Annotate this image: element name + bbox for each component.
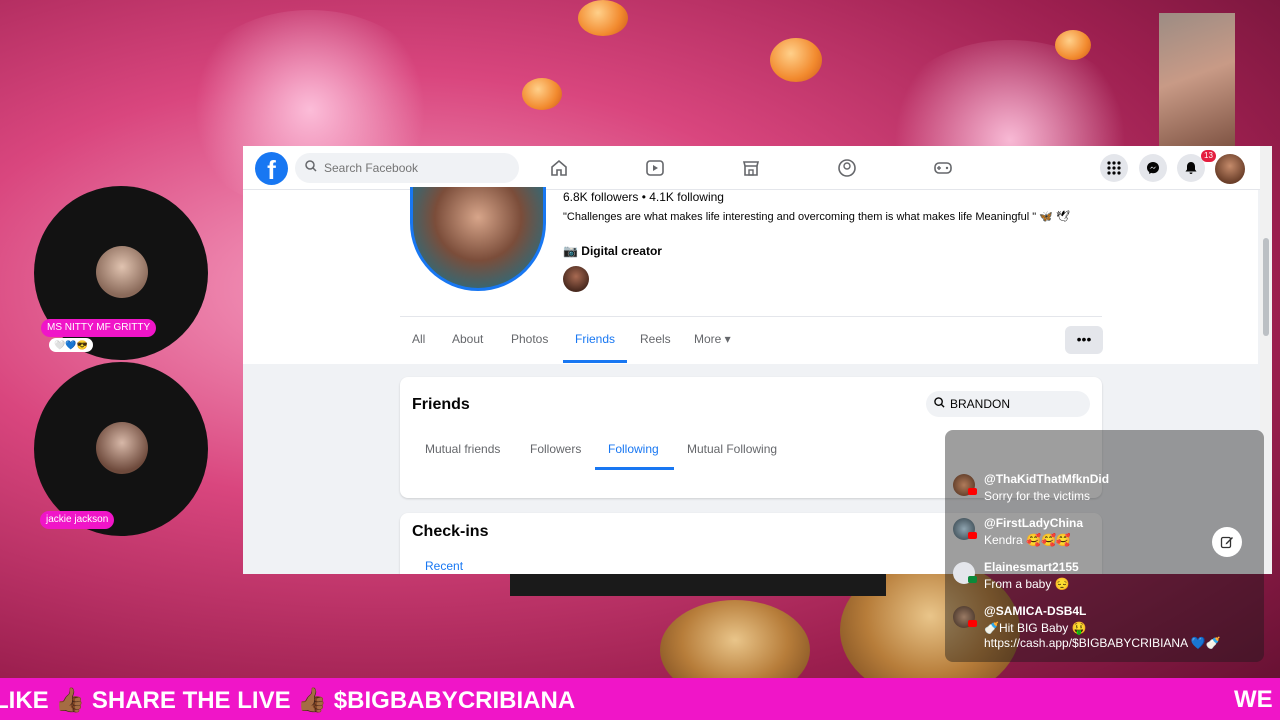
background-coin (578, 0, 628, 36)
checkins-heading: Check-ins (412, 523, 489, 540)
background-coin (1055, 30, 1091, 60)
subtab-followers[interactable]: Followers (530, 442, 581, 456)
subtab-mutual-friends[interactable]: Mutual friends (425, 442, 500, 456)
ticker-text: LIKE 👍🏾 SHARE THE LIVE 👍🏾 $BIGBABYCRIBIA… (0, 687, 576, 714)
friends-heading: Friends (412, 396, 470, 413)
tab-more[interactable]: More ▾ (694, 332, 731, 346)
profile-bio: "Challenges are what makes life interest… (563, 211, 1070, 223)
account-avatar[interactable] (1215, 154, 1245, 184)
facebook-search[interactable] (295, 153, 519, 183)
compose-button[interactable] (1212, 527, 1242, 557)
guest-avatar (96, 246, 148, 298)
chat-username: @SAMICA-DSB4L (984, 604, 1087, 618)
guest-emoji-tag: 🤍💙😎 (49, 338, 93, 352)
home-icon[interactable] (549, 158, 569, 178)
chat-text: 🍼Hit BIG Baby 🤑 (984, 621, 1087, 635)
youtube-icon (968, 620, 977, 627)
youtube-icon (968, 488, 977, 495)
active-subtab-indicator (595, 467, 674, 470)
chat-text: Sorry for the victims (984, 489, 1091, 503)
checkins-recent-link[interactable]: Recent (425, 559, 463, 573)
mutual-friend-avatar[interactable] (563, 266, 589, 292)
friends-search[interactable] (926, 391, 1090, 417)
subtab-following[interactable]: Following (608, 442, 659, 456)
video-icon[interactable] (645, 158, 665, 178)
follower-stats[interactable]: 6.8K followers • 4.1K following (563, 190, 724, 204)
chat-text: From a baby 😔 (984, 577, 1070, 591)
divider (400, 316, 1102, 317)
bell-icon (1185, 162, 1197, 174)
guest-name-tag: jackie jackson (40, 511, 115, 529)
tab-friends[interactable]: Friends (575, 332, 615, 346)
tab-about[interactable]: About (452, 332, 483, 346)
edit-icon (1220, 536, 1233, 549)
guest-avatar (96, 422, 148, 474)
menu-grid-button[interactable] (1100, 154, 1128, 182)
background-coin (522, 78, 562, 110)
friends-search-input[interactable] (950, 397, 1080, 411)
video-frame-edge (510, 574, 886, 596)
background-coin (770, 38, 822, 82)
marketplace-icon[interactable] (741, 158, 761, 178)
messenger-button[interactable] (1139, 154, 1167, 182)
chat-username: Elainesmart2155 (984, 560, 1079, 574)
tab-photos[interactable]: Photos (511, 332, 548, 346)
more-options-button[interactable]: ••• (1065, 326, 1103, 354)
subtab-mutual-following[interactable]: Mutual Following (687, 442, 777, 456)
profile-header: 6.8K followers • 4.1K following "Challen… (243, 187, 1258, 364)
tab-all[interactable]: All (412, 332, 425, 346)
chat-username: @FirstLadyChina (984, 516, 1084, 530)
streamer-camera (1159, 13, 1235, 153)
top-navigation-bar: f 13 (243, 146, 1272, 190)
gaming-icon[interactable] (933, 158, 953, 178)
ticker-text-tail: WE (1234, 686, 1273, 713)
search-icon (305, 159, 317, 177)
groups-icon[interactable] (837, 158, 857, 178)
chat-text: Kendra 🥰🥰🥰 (984, 533, 1071, 547)
chat-username: @ThaKidThatMfknDid (984, 472, 1110, 486)
profile-picture[interactable] (410, 187, 546, 291)
youtube-icon (968, 532, 977, 539)
guest-name-tag: MS NITTY MF GRITTY (41, 319, 157, 337)
notification-badge: 13 (1201, 150, 1216, 162)
messenger-icon (1147, 162, 1159, 174)
facebook-logo-icon[interactable]: f (255, 152, 288, 185)
grid-icon (1107, 161, 1121, 175)
scrollbar-thumb[interactable] (1263, 238, 1269, 336)
search-icon (934, 395, 945, 413)
search-input[interactable] (324, 161, 504, 175)
active-tab-indicator (563, 360, 627, 363)
tiktok-icon (968, 576, 977, 583)
chat-link[interactable]: https://cash.app/$BIGBABYCRIBIANA 💙🍼 (984, 636, 1221, 651)
tab-reels[interactable]: Reels (640, 332, 671, 346)
ticker-banner: LIKE 👍🏾 SHARE THE LIVE 👍🏾 $BIGBABYCRIBIA… (0, 678, 1280, 720)
profile-category: 📷 Digital creator (563, 244, 662, 258)
